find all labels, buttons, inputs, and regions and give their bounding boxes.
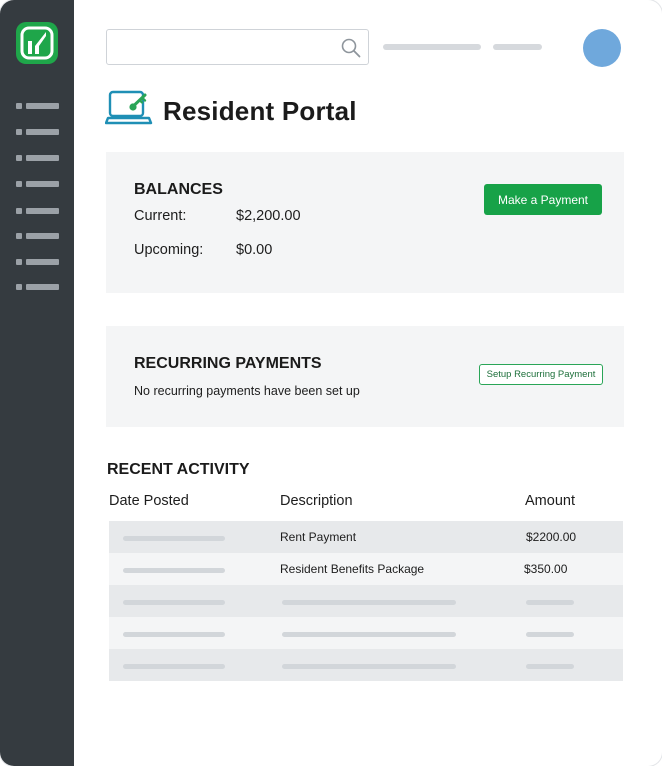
- placeholder-bar: [123, 632, 225, 637]
- placeholder-bar: [282, 632, 456, 637]
- sidebar-item-6[interactable]: [16, 233, 60, 239]
- placeholder-bar: [282, 664, 456, 669]
- balances-title: BALANCES: [134, 181, 223, 198]
- placeholder-bar: [123, 600, 225, 605]
- sidebar-item-2[interactable]: [16, 129, 60, 135]
- recurring-note: No recurring payments have been set up: [134, 384, 360, 398]
- sidebar-item-7[interactable]: [16, 259, 60, 265]
- sidebar: [0, 0, 74, 766]
- table-row[interactable]: [109, 585, 623, 617]
- logo-icon[interactable]: [16, 22, 58, 64]
- sidebar-item-5[interactable]: [16, 208, 60, 214]
- current-balance-value: $2,200.00: [236, 208, 301, 224]
- placeholder-bar: [526, 632, 574, 637]
- sidebar-item-3[interactable]: [16, 155, 60, 161]
- upcoming-balance-label: Upcoming:: [134, 242, 204, 258]
- table-row[interactable]: Rent Payment $2200.00: [109, 521, 623, 553]
- setup-recurring-payment-button[interactable]: Setup Recurring Payment: [479, 364, 603, 385]
- column-header-amount[interactable]: Amount: [525, 493, 575, 509]
- row-description: Rent Payment: [280, 530, 357, 544]
- column-header-description[interactable]: Description: [280, 493, 353, 509]
- table-row[interactable]: [109, 617, 623, 649]
- avatar[interactable]: [583, 29, 621, 67]
- recent-activity-title: RECENT ACTIVITY: [107, 461, 250, 478]
- row-amount: $2200.00: [526, 530, 577, 544]
- app-window: Resident Portal BALANCES Current: $2,200…: [0, 0, 662, 766]
- recurring-payments-card: RECURRING PAYMENTS No recurring payments…: [106, 326, 624, 427]
- column-header-date[interactable]: Date Posted: [109, 493, 189, 509]
- make-payment-button[interactable]: Make a Payment: [484, 184, 602, 215]
- placeholder-bar: [123, 568, 225, 573]
- laptop-key-icon: [105, 90, 153, 125]
- table-row[interactable]: [109, 649, 623, 681]
- page-title: Resident Portal: [163, 96, 357, 126]
- topbar-placeholder-link[interactable]: [493, 44, 542, 50]
- row-amount: $350.00: [524, 562, 568, 576]
- recurring-title: RECURRING PAYMENTS: [134, 355, 322, 372]
- sidebar-item-4[interactable]: [16, 181, 60, 187]
- placeholder-bar: [282, 600, 456, 605]
- topbar-placeholder-link[interactable]: [383, 44, 481, 50]
- placeholder-bar: [526, 664, 574, 669]
- sidebar-item-8[interactable]: [16, 284, 60, 290]
- table-row[interactable]: Resident Benefits Package $350.00: [109, 553, 623, 585]
- activity-table: Rent Payment $2200.00 Resident Benefits …: [109, 521, 623, 681]
- placeholder-bar: [123, 664, 225, 669]
- search-icon[interactable]: [340, 37, 362, 59]
- sidebar-item-1[interactable]: [16, 103, 60, 109]
- current-balance-label: Current:: [134, 208, 187, 224]
- search-box: [106, 29, 369, 65]
- placeholder-bar: [123, 536, 225, 541]
- balances-card: BALANCES Current: $2,200.00 Upcoming: $0…: [106, 152, 624, 293]
- search-input[interactable]: [115, 36, 335, 58]
- placeholder-bar: [526, 600, 574, 605]
- upcoming-balance-value: $0.00: [236, 242, 273, 258]
- row-description: Resident Benefits Package: [280, 562, 425, 576]
